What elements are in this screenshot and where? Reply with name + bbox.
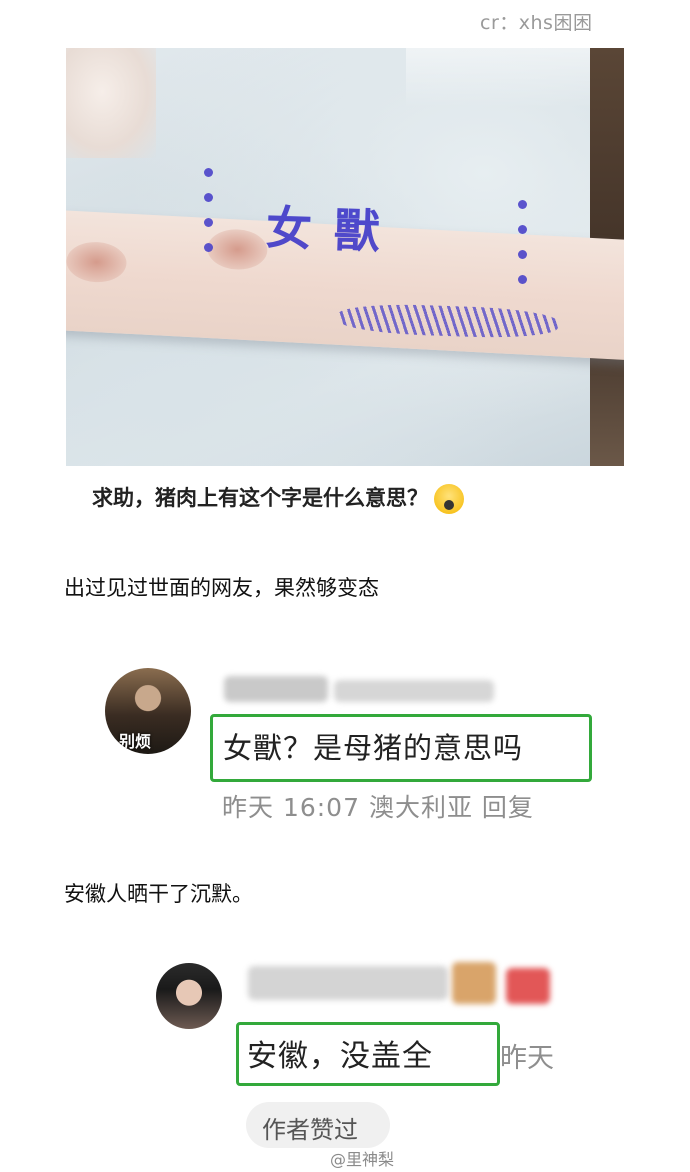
- credit-text: cr：xhs困困: [480, 12, 593, 34]
- comment-2-meta: 昨天: [500, 1043, 554, 1074]
- stamp-characters: 女獸: [264, 200, 403, 260]
- watermark: @里神梨: [330, 1150, 395, 1169]
- commentary-paragraph-1: 出过见过世面的网友，果然够变态: [64, 576, 379, 600]
- caption-text: 求助，猪肉上有这个字是什么意思？: [92, 486, 428, 510]
- blurred-badge: [506, 968, 550, 1004]
- blurred-badge: [452, 962, 496, 1004]
- blurred-username: [224, 676, 328, 702]
- commenter-avatar-2[interactable]: [156, 963, 222, 1029]
- author-liked-label: 作者赞过: [262, 1116, 358, 1144]
- post-caption: 求助，猪肉上有这个字是什么意思？: [92, 482, 464, 514]
- stamp-dots-left: [204, 168, 213, 252]
- author-liked-badge: 作者赞过: [246, 1102, 390, 1148]
- comment-2-highlight: 安徽，没盖全: [236, 1022, 500, 1086]
- avatar-label: 别烦: [119, 732, 152, 751]
- comment-1-highlight: 女獸？是母猪的意思吗: [210, 714, 592, 782]
- comment-1-text: 女獸？是母猪的意思吗: [223, 731, 524, 765]
- meat-blot: [66, 240, 128, 284]
- pork-photo: 女獸: [66, 48, 624, 466]
- commentary-paragraph-2: 安徽人晒干了沉默。: [64, 882, 253, 906]
- comment-1-meta: 昨天 16:07 澳大利亚 回复: [222, 793, 534, 822]
- blurred-username: [334, 680, 494, 702]
- meat-blot: [206, 227, 269, 272]
- blurred-username: [248, 966, 448, 1000]
- commenter-avatar-1[interactable]: 别烦: [105, 668, 191, 754]
- stamp-dots-right: [518, 200, 527, 284]
- photo-bg-fold: [66, 48, 156, 158]
- comment-2-text: 安徽，没盖全: [247, 1039, 433, 1074]
- scream-emoji-icon: [434, 484, 464, 514]
